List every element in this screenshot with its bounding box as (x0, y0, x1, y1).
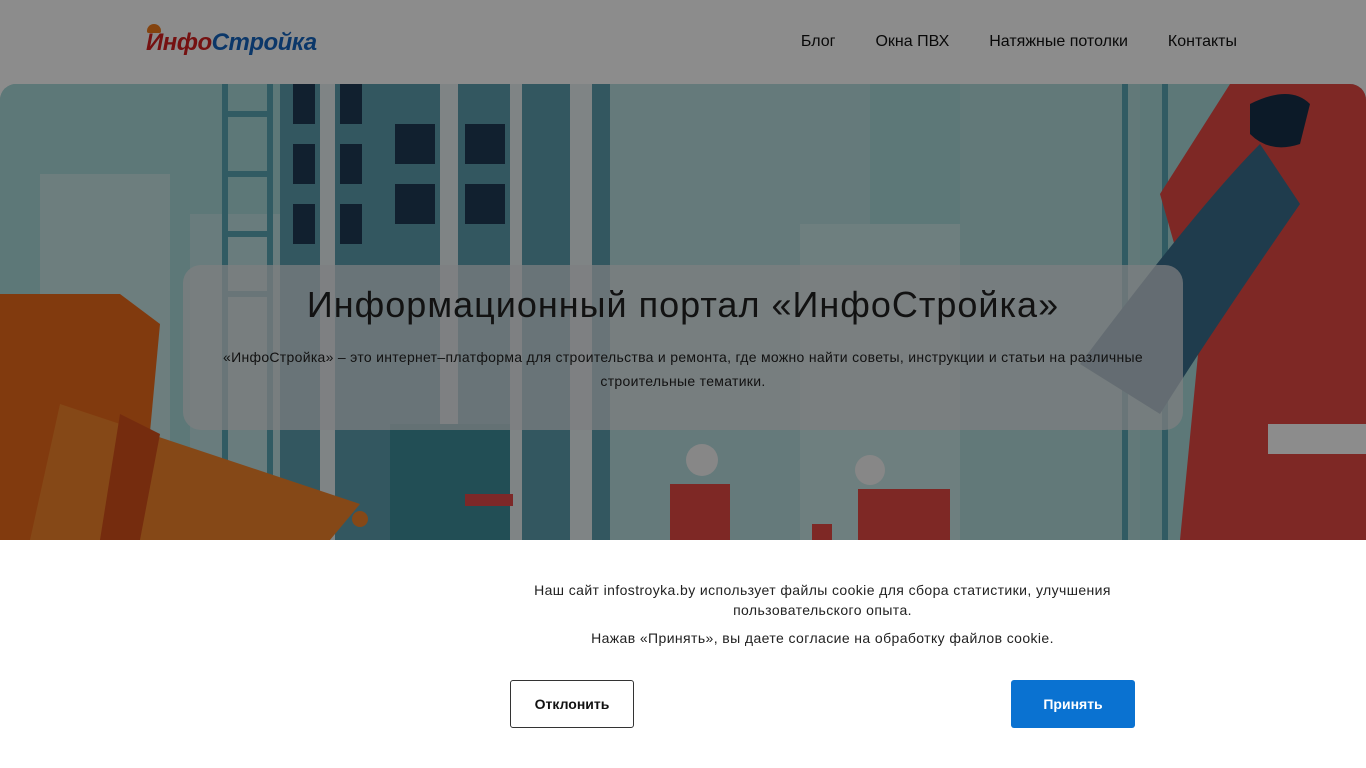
hero-title: Информационный портал «ИнфоСтройка» (306, 284, 1060, 325)
cookie-text-consent: Нажав «Принять», вы даете согласие на об… (591, 630, 1054, 646)
logo-text: ИнфоСтройка (146, 28, 317, 58)
logo-text-part2: Стройка (211, 29, 317, 56)
hero-banner: Информационный портал «ИнфоСтройка» «Инф… (0, 84, 1366, 540)
decline-button[interactable]: Отклонить (510, 680, 634, 728)
nav-ceilings[interactable]: Натяжные потолки (989, 32, 1128, 52)
accept-button[interactable]: Принять (1011, 680, 1135, 728)
helmet-icon (147, 24, 161, 33)
site-logo[interactable]: ИнфоСтройка (146, 22, 317, 58)
logo-text-part1: Инфо (146, 29, 212, 56)
hero-card: Информационный портал «ИнфоСтройка» «Инф… (183, 265, 1183, 430)
nav-blog[interactable]: Блог (801, 32, 836, 52)
nav-windows[interactable]: Окна ПВХ (875, 32, 949, 52)
hero-description: «ИнфоСтройка» – это интернет–платформа д… (223, 349, 1143, 389)
nav-contacts[interactable]: Контакты (1168, 32, 1237, 52)
cookie-text-main: Наш сайт infostroyka.by использует файлы… (534, 582, 1111, 618)
cookie-text: Наш сайт infostroyka.by использует файлы… (510, 580, 1135, 648)
main-nav: Блог Окна ПВХ Натяжные потолки Контакты (801, 32, 1237, 52)
site-header: ИнфоСтройка Блог Окна ПВХ Натяжные потол… (0, 0, 1366, 84)
cookie-banner: Наш сайт infostroyka.by использует файлы… (0, 540, 1366, 768)
